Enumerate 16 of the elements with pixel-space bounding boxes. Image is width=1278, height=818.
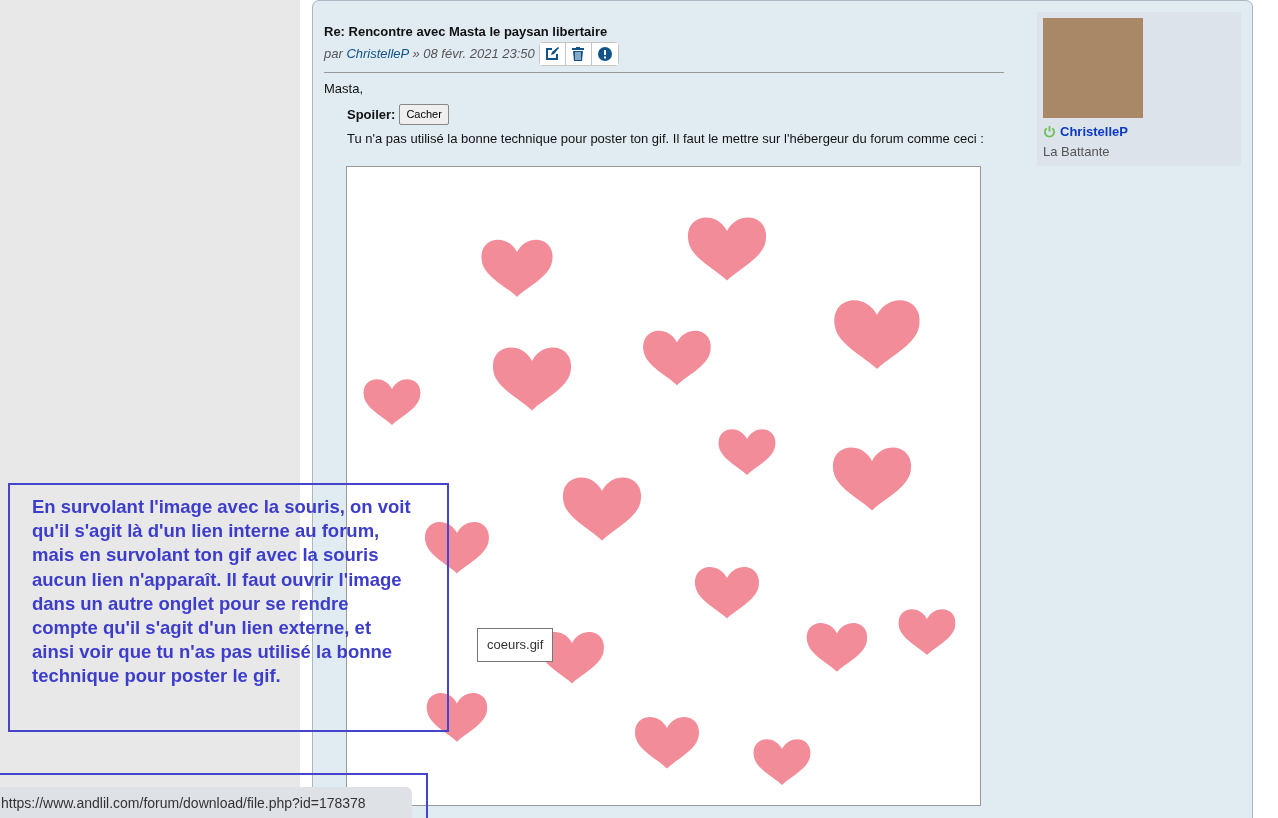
username-link[interactable]: ChristelleP <box>1060 122 1128 142</box>
spoiler-label: Spoiler: <box>347 105 396 124</box>
edit-button[interactable] <box>539 42 566 65</box>
image-tooltip: coeurs.gif <box>477 628 554 662</box>
trash-icon <box>572 46 585 61</box>
hide-button[interactable]: Cacher <box>399 104 449 125</box>
edit-icon <box>545 46 560 61</box>
status-url: https://www.andlil.com/forum/download/file.php?id=178378 <box>0 787 412 818</box>
post-byline: par ChristelleP » 08 févr. 2021 23:50 <box>324 44 535 63</box>
user-rank: La Battante <box>1043 142 1111 161</box>
greeting-text: Masta, <box>324 79 364 98</box>
author-link[interactable]: ChristelleP <box>346 45 409 61</box>
warning-icon <box>597 46 612 61</box>
spoiler-text: Tu n'a pas utilisé la bonne technique pour poster ton gif. Il faut le mettre sur l'hébergeur du forum comme ceci : <box>347 129 985 148</box>
annotation-text: En survolant l'image avec la souris, on voit qu'il s'agit là d'un lien interne au forum, mais en survolant ton gif avec la souris aucun lien n'apparaît. Il faut ouvrir l'image dans un autre onglet pour se rendre compte qu'il s'agit d'un lien externe, et ainsi voir que tu n'as pas utilisé la bonne technique pour poster le gif. <box>8 483 449 732</box>
post-title: Re: Rencontre avec Masta le paysan libertaire <box>324 23 609 41</box>
